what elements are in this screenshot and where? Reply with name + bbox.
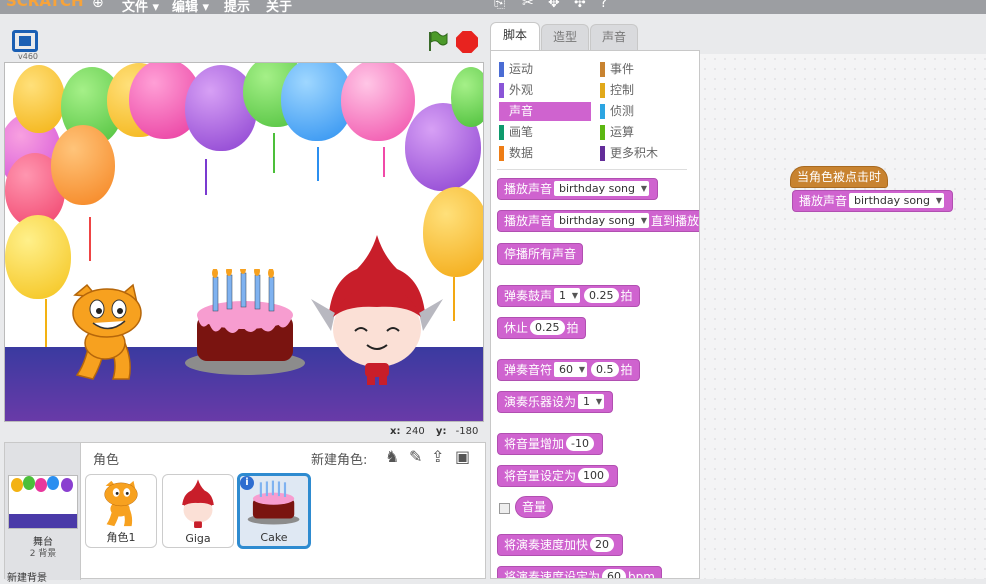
delete-tool-icon[interactable]: ✂ xyxy=(522,0,534,11)
volume-monitor-checkbox[interactable] xyxy=(499,503,510,514)
menu-tips[interactable]: 提示 xyxy=(224,0,250,14)
shrink-tool-icon[interactable]: ✣ xyxy=(574,0,586,11)
menu-about[interactable]: 关于 xyxy=(266,0,292,14)
sprite-name: Cake xyxy=(260,531,288,544)
script-block-play-sound[interactable]: 播放声音 birthday song xyxy=(792,190,954,212)
tempo-set-input[interactable]: 60 xyxy=(602,569,627,578)
new-backdrop-label: 新建背景 xyxy=(7,573,47,584)
category-pen[interactable]: 画笔 xyxy=(499,123,589,142)
block-set-volume[interactable]: 将音量设定为 100 xyxy=(497,465,619,487)
help-tool-icon[interactable]: ? xyxy=(600,0,607,11)
category-looks[interactable]: 外观 xyxy=(499,81,589,100)
stage-header: v460 xyxy=(4,26,486,62)
menu-file[interactable]: 文件 ▾ xyxy=(122,0,159,14)
tempo-change-input[interactable]: 20 xyxy=(590,537,615,552)
block-stop-all-sounds[interactable]: 停播所有声音 xyxy=(497,243,584,265)
block-play-sound-until-done[interactable]: 播放声音birthday song直到播放 xyxy=(497,210,699,232)
block-play-note[interactable]: 弹奏音符600.5拍 xyxy=(497,359,640,381)
sprite-tile-cake[interactable]: i Cake xyxy=(237,473,311,549)
sprites-panel: 舞台 2 背景 新建背景 角色 新建角色: ♞ ✎ ⇪ ▣ 角色1 Giga i xyxy=(4,442,486,584)
category-events[interactable]: 事件 xyxy=(600,60,690,79)
tab-sounds[interactable]: 声音 xyxy=(590,24,638,50)
stage-thumbnail[interactable] xyxy=(8,475,78,529)
duplicate-tool-icon[interactable]: ⎘ xyxy=(494,0,505,11)
volume-change-input[interactable]: -10 xyxy=(566,436,594,451)
fullscreen-button[interactable] xyxy=(12,30,38,52)
block-play-sound[interactable]: 播放声音 birthday song xyxy=(497,178,659,200)
block-change-tempo[interactable]: 将演奏速度加快 20 xyxy=(497,534,624,556)
category-sound[interactable]: 声音 xyxy=(499,102,591,121)
cat-sprite[interactable] xyxy=(57,281,157,385)
sound-dropdown[interactable]: birthday song xyxy=(554,213,650,228)
block-change-volume[interactable]: 将音量增加 -10 xyxy=(497,433,603,455)
camera-sprite-icon[interactable]: ▣ xyxy=(455,447,470,466)
sprite-tile-giga[interactable]: Giga xyxy=(162,474,234,548)
category-control[interactable]: 控制 xyxy=(600,81,690,100)
block-set-instrument[interactable]: 演奏乐器设为 1 xyxy=(497,391,614,413)
balloon xyxy=(13,65,65,133)
upload-sprite-icon[interactable]: ⇪ xyxy=(431,447,444,466)
category-more-blocks[interactable]: 更多积木 xyxy=(600,144,690,163)
coord-x-value: 240 xyxy=(405,426,425,437)
hat-when-sprite-clicked[interactable]: 当角色被点击时 xyxy=(790,166,889,188)
category-motion[interactable]: 运动 xyxy=(499,60,589,79)
category-sensing[interactable]: 侦测 xyxy=(600,102,690,121)
category-data[interactable]: 数据 xyxy=(499,144,589,163)
category-operators[interactable]: 运算 xyxy=(600,123,690,142)
block-rest[interactable]: 休止 0.25 拍 xyxy=(497,317,586,339)
menu-edit[interactable]: 编辑 ▾ xyxy=(172,0,209,14)
balloon xyxy=(451,67,483,127)
balloon xyxy=(51,125,115,205)
choose-sprite-from-library-icon[interactable]: ♞ xyxy=(385,447,399,466)
script-sound-dropdown[interactable]: birthday song xyxy=(849,193,945,208)
sound-dropdown[interactable]: birthday song xyxy=(554,181,650,196)
language-globe-icon[interactable]: ⊕ xyxy=(92,0,104,11)
cat-thumbnail xyxy=(104,480,138,527)
coord-y-value: -180 xyxy=(455,426,479,437)
instrument-dropdown[interactable]: 1 xyxy=(578,394,605,409)
cake-sprite[interactable] xyxy=(181,269,311,381)
paint-new-sprite-icon[interactable]: ✎ xyxy=(409,447,422,466)
rest-beats-input[interactable]: 0.25 xyxy=(530,320,565,335)
green-flag-icon[interactable] xyxy=(426,30,448,52)
block-set-tempo[interactable]: 将演奏速度设定为 60 bpm xyxy=(497,566,662,578)
backdrop-count: 2 背景 xyxy=(29,549,57,559)
sprites-title: 角色 xyxy=(93,453,120,468)
stop-button[interactable] xyxy=(456,31,478,53)
block-play-drum[interactable]: 弹奏鼓声10.25拍 xyxy=(497,285,640,307)
cake-thumbnail xyxy=(247,480,300,525)
stage-thumbnail-column[interactable]: 舞台 2 背景 新建背景 xyxy=(5,443,81,584)
stage-canvas[interactable] xyxy=(4,62,484,422)
tab-scripts[interactable]: 脚本 xyxy=(490,22,540,50)
volume-set-input[interactable]: 100 xyxy=(578,468,610,483)
scripts-area[interactable]: 当角色被点击时 播放声音 birthday song xyxy=(700,54,986,579)
drum-dropdown[interactable]: 1 xyxy=(554,288,581,303)
menu-bar: SCRATCH ⊕ 文件 ▾ 编辑 ▾ 提示 关于 ⎘ ✂ ✥ ✣ ? xyxy=(0,0,986,14)
grow-tool-icon[interactable]: ✥ xyxy=(548,0,560,11)
balloon xyxy=(341,63,415,141)
sprite-name: Giga xyxy=(185,532,211,545)
giga-thumbnail xyxy=(182,479,214,528)
blocks-palette: 运动 事件 外观 控制 声音 侦测 画笔 运算 数据 更多积木 播放声音 birt… xyxy=(490,50,700,579)
new-sprite-label: 新建角色: xyxy=(311,453,368,468)
note-dropdown[interactable]: 60 xyxy=(554,362,588,377)
version-label: v460 xyxy=(18,52,39,61)
sprite-info-icon[interactable]: i xyxy=(240,476,254,490)
scratch-logo[interactable]: SCRATCH xyxy=(6,0,84,10)
tab-costumes[interactable]: 造型 xyxy=(541,24,589,50)
mouse-coordinates: x: 240 y: -180 xyxy=(390,426,479,437)
sprite-name: 角色1 xyxy=(106,531,136,544)
note-beats-input[interactable]: 0.5 xyxy=(591,362,619,377)
reporter-volume[interactable]: 音量 xyxy=(515,496,554,518)
drum-beats-input[interactable]: 0.25 xyxy=(584,288,619,303)
giga-sprite[interactable] xyxy=(307,235,447,385)
sprite-tile-cat[interactable]: 角色1 xyxy=(85,474,157,548)
